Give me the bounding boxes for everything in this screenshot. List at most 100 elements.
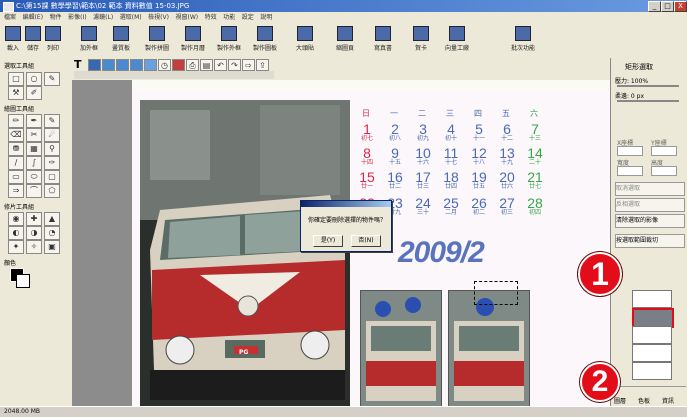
toolbar-puzzle-button[interactable]: 製作拼圖 xyxy=(142,24,172,56)
arrow-right-icon[interactable]: ⇨ xyxy=(242,59,255,71)
pencil-tool[interactable]: ✏ xyxy=(8,114,24,128)
paste-icon[interactable] xyxy=(130,59,143,71)
toolbar-board-button[interactable]: 製作圖板 xyxy=(250,24,280,56)
curve-tool[interactable]: ∫ xyxy=(26,156,42,170)
toolbar-photobook-button[interactable]: 寫真書 xyxy=(370,24,396,56)
tab-layers[interactable]: 圖層 xyxy=(614,396,626,405)
toolbar-thumbnail-button[interactable]: 縮圖頁 xyxy=(332,24,358,56)
dodge-tool[interactable]: ◐ xyxy=(8,226,24,240)
x-field[interactable] xyxy=(617,146,643,156)
rotate-icon[interactable]: ◷ xyxy=(158,59,171,71)
close-button[interactable]: X xyxy=(674,1,687,12)
clear-selection-button[interactable]: 清除選取的影像 xyxy=(615,214,685,228)
calendar-day-cell: 2 初八 xyxy=(386,122,404,143)
stamp-tool[interactable]: ▣ xyxy=(44,240,60,254)
smudge-tool[interactable]: ☄ xyxy=(44,128,60,142)
layer-item-selected[interactable] xyxy=(632,308,674,328)
toolbar-frame-button[interactable]: 加外框 xyxy=(76,24,102,56)
undo-icon[interactable]: ↶ xyxy=(214,59,227,71)
share-icon[interactable]: ⇪ xyxy=(256,59,269,71)
lasso-select-tool[interactable]: ✎ xyxy=(44,72,60,86)
calendar-icon xyxy=(185,26,201,41)
toolbar-print-label: 列印 xyxy=(46,45,59,52)
line-tool[interactable]: ∕ xyxy=(8,156,24,170)
layer-item[interactable] xyxy=(632,326,672,344)
rect-select-tool[interactable]: □ xyxy=(8,72,24,86)
redo-icon[interactable]: ↷ xyxy=(228,59,241,71)
maximize-button[interactable]: □ xyxy=(661,1,674,12)
toolbar-sticker-button[interactable]: 大頭貼 xyxy=(292,24,318,56)
eraser-tool[interactable]: ⌫ xyxy=(8,128,24,142)
pen-tool[interactable]: ✑ xyxy=(44,156,60,170)
board-icon xyxy=(257,26,273,41)
copy-icon[interactable] xyxy=(116,59,129,71)
crop-to-selection-button[interactable]: 按選取範圍裁切 xyxy=(615,234,685,248)
polygon-tool[interactable]: ⬠ xyxy=(44,184,60,198)
zoom-strip[interactable] xyxy=(74,71,274,79)
feather-slider[interactable] xyxy=(617,100,679,102)
toolbar-open-button[interactable]: 載入 xyxy=(4,24,22,56)
photo-frame-right[interactable] xyxy=(448,290,530,408)
calendar-day-number: 9 xyxy=(391,145,399,161)
deselect-button[interactable]: 取消選取 xyxy=(615,182,685,196)
background-color-swatch[interactable] xyxy=(16,274,30,288)
frame-select-icon[interactable]: ▤ xyxy=(200,59,213,71)
printer-icon[interactable]: ⎙ xyxy=(186,59,199,71)
tab-swatches[interactable]: 色板 xyxy=(638,396,650,405)
selection-marquee[interactable] xyxy=(474,281,518,305)
tab-info[interactable]: 資訊 xyxy=(662,396,674,405)
dialog-no-button[interactable]: 否(N) xyxy=(351,235,381,247)
bus-photo[interactable]: PG xyxy=(140,100,350,406)
ellipse-shape-tool[interactable]: ⬭ xyxy=(26,170,42,184)
airbrush-tool[interactable]: ✎ xyxy=(44,114,60,128)
toolbar-print-button[interactable]: 列印 xyxy=(44,24,62,56)
toolbar-border-button[interactable]: 製作外框 xyxy=(214,24,244,56)
toolbar-save-button[interactable]: 儲存 xyxy=(24,24,42,56)
brush-tool[interactable]: ✒ xyxy=(26,114,42,128)
calendar-lunar-date: 十一 xyxy=(472,136,485,142)
layer-item[interactable] xyxy=(632,344,672,362)
width-field[interactable] xyxy=(617,166,643,176)
roundrect-shape-tool[interactable]: ▢ xyxy=(44,170,60,184)
redeye-tool[interactable]: ◉ xyxy=(8,212,24,226)
toolbar-vector-button[interactable]: 向量工廠 xyxy=(442,24,472,56)
bezier-tool[interactable]: ⌒ xyxy=(26,184,42,198)
brush-select-tool[interactable]: ✐ xyxy=(26,86,42,100)
burn-tool[interactable]: ◑ xyxy=(26,226,42,240)
sticker-icon xyxy=(297,26,313,41)
height-field[interactable] xyxy=(651,166,677,176)
toolbar-greeting-button[interactable]: 賀卡 xyxy=(408,24,434,56)
text-tool-icon[interactable]: T xyxy=(74,59,84,70)
layer-icon[interactable] xyxy=(102,59,115,71)
year-month-title[interactable]: 2009/2 xyxy=(398,236,485,270)
clone-tool[interactable]: ✂ xyxy=(26,128,42,142)
magic-wand-tool[interactable]: ⚒ xyxy=(8,86,24,100)
layer-item[interactable] xyxy=(632,290,672,308)
toolbar-calendar-button[interactable]: 製作月曆 xyxy=(178,24,208,56)
blur-tool[interactable]: ◔ xyxy=(44,226,60,240)
arrow-tool[interactable]: ⇒ xyxy=(8,184,24,198)
toolbar-batch-button[interactable]: 批次功能 xyxy=(508,24,538,56)
gradient-tool[interactable]: ▦ xyxy=(26,142,42,156)
calendar-day-number: 20 xyxy=(499,169,515,185)
effects-icon[interactable] xyxy=(172,59,185,71)
toolbar-quality-button[interactable]: 畫質板 xyxy=(108,24,134,56)
photo-frame-left[interactable] xyxy=(360,290,442,408)
dialog-yes-button[interactable]: 是(Y) xyxy=(313,235,343,247)
sharpen-tool[interactable]: ▲ xyxy=(44,212,60,226)
picker-tool[interactable]: ⚲ xyxy=(44,142,60,156)
minimize-button[interactable]: _ xyxy=(648,1,661,12)
image-icon[interactable] xyxy=(88,59,101,71)
crop-icon[interactable] xyxy=(144,59,157,71)
opacity-slider[interactable] xyxy=(617,85,679,87)
layer-item[interactable] xyxy=(632,362,672,380)
blemish-tool[interactable]: ✚ xyxy=(26,212,42,226)
ellipse-select-tool[interactable]: ○ xyxy=(26,72,42,86)
rect-shape-tool[interactable]: ▭ xyxy=(8,170,24,184)
invert-selection-button[interactable]: 反相選取 xyxy=(615,198,685,212)
text-effect-tool[interactable]: ✧ xyxy=(26,240,42,254)
y-field[interactable] xyxy=(651,146,677,156)
sponge-tool[interactable]: ✦ xyxy=(8,240,24,254)
fill-tool[interactable]: ⛃ xyxy=(8,142,24,156)
toolbar-save-label: 儲存 xyxy=(26,45,39,52)
